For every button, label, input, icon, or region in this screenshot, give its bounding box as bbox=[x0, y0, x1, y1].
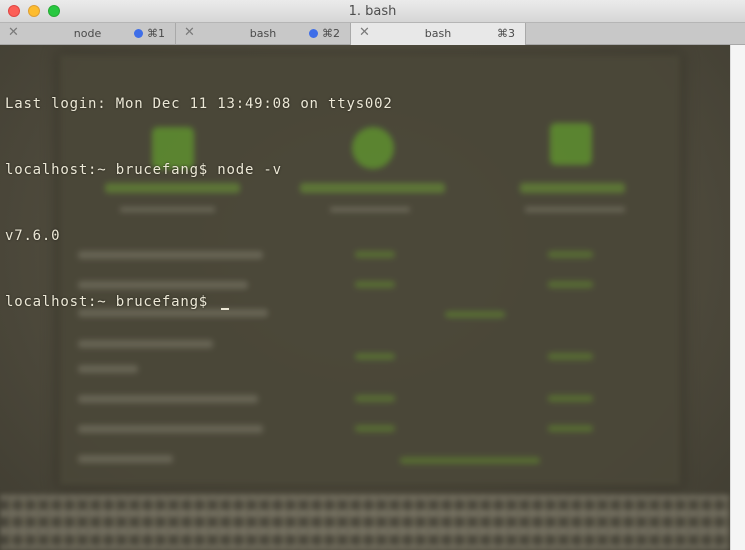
background-bottom-row bbox=[0, 535, 730, 545]
background-link bbox=[548, 251, 593, 258]
background-link bbox=[355, 425, 395, 432]
tab-shortcut: ⌘1 bbox=[147, 27, 165, 40]
terminal-line: Last login: Mon Dec 11 13:49:08 on ttys0… bbox=[5, 96, 393, 112]
background-link bbox=[548, 281, 593, 288]
terminal-line: localhost:~ brucefang$ node -v bbox=[5, 162, 282, 178]
tab-node[interactable]: ✕ node ⌘1 bbox=[0, 23, 176, 45]
background-link bbox=[548, 425, 593, 432]
tab-bash-3[interactable]: ✕ bash ⌘3 bbox=[351, 23, 526, 45]
tab-shortcut: ⌘3 bbox=[497, 27, 515, 40]
background-row bbox=[78, 365, 138, 373]
terminal-window: 1. bash ✕ node ⌘1 ✕ bash ⌘2 ✕ bash ⌘3 La… bbox=[0, 0, 745, 550]
scrollbar[interactable] bbox=[730, 45, 745, 550]
background-link bbox=[355, 395, 395, 402]
background-link bbox=[548, 395, 593, 402]
title-bar[interactable]: 1. bash bbox=[0, 0, 745, 23]
background-link bbox=[445, 311, 505, 318]
background-bottom-row bbox=[0, 517, 730, 527]
background-heading bbox=[520, 183, 625, 193]
tab-bar-empty-area[interactable] bbox=[526, 23, 745, 44]
text-cursor bbox=[221, 308, 230, 310]
background-row bbox=[78, 425, 263, 433]
box-icon bbox=[550, 123, 592, 165]
background-row bbox=[78, 395, 258, 403]
tab-bar: ✕ node ⌘1 ✕ bash ⌘2 ✕ bash ⌘3 bbox=[0, 23, 745, 45]
background-bottom-row bbox=[0, 500, 730, 510]
terminal-prompt-line: localhost:~ brucefang$ bbox=[5, 291, 393, 313]
background-row bbox=[78, 455, 173, 463]
background-subheading bbox=[525, 207, 625, 212]
window-title: 1. bash bbox=[348, 4, 397, 19]
terminal-prompt: localhost:~ brucefang$ bbox=[5, 294, 218, 310]
tab-shortcut: ⌘2 bbox=[322, 27, 340, 40]
terminal-line: v7.6.0 bbox=[5, 228, 61, 244]
activity-dot-icon bbox=[309, 29, 318, 38]
activity-dot-icon bbox=[134, 29, 143, 38]
terminal-output: Last login: Mon Dec 11 13:49:08 on ttys0… bbox=[5, 49, 393, 357]
terminal-content[interactable]: Last login: Mon Dec 11 13:49:08 on ttys0… bbox=[0, 45, 730, 550]
background-link bbox=[400, 457, 540, 464]
background-link bbox=[548, 353, 593, 360]
tab-bash-2[interactable]: ✕ bash ⌘2 bbox=[176, 23, 351, 45]
